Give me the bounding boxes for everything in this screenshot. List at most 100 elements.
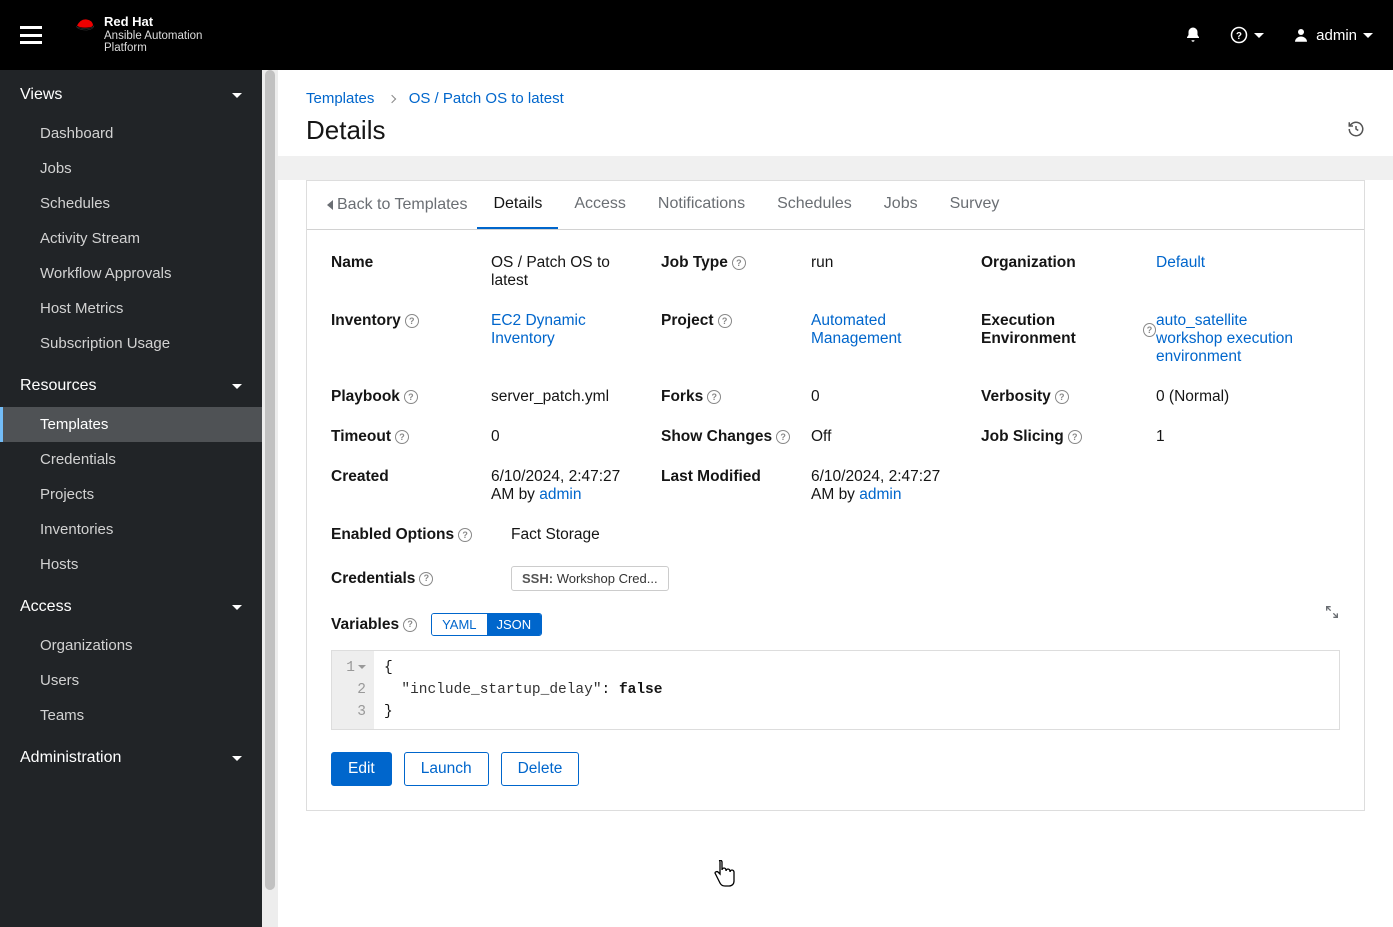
sidebar-item-schedules[interactable]: Schedules [0,186,262,221]
help-icon[interactable]: ? [458,528,472,542]
sidebar-item-inventories[interactable]: Inventories [0,512,262,547]
help-icon[interactable]: ? [395,430,409,444]
help-icon[interactable]: ? [718,314,732,328]
sidebar-section-views[interactable]: Views [0,70,262,116]
topbar: Red Hat Ansible Automation Platform ? ad… [0,0,1393,70]
brand-logo: Red Hat Ansible Automation Platform [74,15,202,55]
label-inventory: Inventory? [331,312,491,330]
value-show-changes: Off [811,428,981,446]
help-icon[interactable]: ? [776,430,790,444]
chevron-right-icon [387,95,395,103]
help-icon[interactable]: ? [1068,430,1082,444]
tab-details[interactable]: Details [477,181,558,229]
sidebar-item-workflow-approvals[interactable]: Workflow Approvals [0,256,262,291]
value-inventory[interactable]: EC2 Dynamic Inventory [491,312,661,348]
sidebar-item-users[interactable]: Users [0,663,262,698]
value-verbosity: 0 (Normal) [1156,388,1331,406]
sidebar-item-credentials[interactable]: Credentials [0,442,262,477]
credential-chip[interactable]: SSH: Workshop Cred... [511,566,669,591]
main-content: Templates OS / Patch OS to latest Detail… [278,70,1393,927]
toggle-yaml[interactable]: YAML [432,614,486,635]
editor-code[interactable]: { "include_startup_delay": false } [374,651,1339,729]
user-dropdown[interactable]: admin [1292,26,1373,44]
sidebar-item-host-metrics[interactable]: Host Metrics [0,291,262,326]
tab-survey[interactable]: Survey [934,181,1016,229]
breadcrumb: Templates OS / Patch OS to latest [306,90,1365,107]
label-job-type: Job Type? [661,254,811,272]
tab-jobs[interactable]: Jobs [868,181,934,229]
sidebar-item-templates[interactable]: Templates [0,407,262,442]
help-icon[interactable]: ? [403,618,417,632]
label-name: Name [331,254,491,272]
sidebar-item-dashboard[interactable]: Dashboard [0,116,262,151]
sidebar-item-jobs[interactable]: Jobs [0,151,262,186]
label-created: Created [331,468,491,486]
variables-format-toggle[interactable]: YAML JSON [431,613,542,636]
label-enabled-options: Enabled Options? [331,526,491,544]
variables-editor[interactable]: 1 2 3 { "include_startup_delay": false } [331,650,1340,730]
launch-button[interactable]: Launch [404,752,489,786]
redhat-icon [74,15,96,31]
chevron-down-icon [232,605,242,610]
sidebar-item-organizations[interactable]: Organizations [0,628,262,663]
help-icon[interactable]: ? [732,256,746,270]
help-icon[interactable]: ? [419,572,433,586]
breadcrumb-templates[interactable]: Templates [306,90,374,107]
tabs: Back to Templates Details Access Notific… [307,181,1364,230]
help-icon[interactable]: ? [1055,390,1069,404]
back-to-templates[interactable]: Back to Templates [327,182,477,228]
expand-icon[interactable] [1324,604,1340,624]
sidebar-item-subscription-usage[interactable]: Subscription Usage [0,326,262,361]
delete-button[interactable]: Delete [501,752,580,786]
help-icon[interactable]: ? [404,390,418,404]
svg-text:?: ? [1236,31,1242,42]
help-icon[interactable]: ? [405,314,419,328]
help-icon[interactable]: ? [1143,323,1156,337]
label-organization: Organization [981,254,1156,272]
label-verbosity: Verbosity? [981,388,1156,406]
label-show-changes: Show Changes? [661,428,811,446]
sidebar-section-resources[interactable]: Resources [0,361,262,407]
value-forks: 0 [811,388,981,406]
sidebar-item-projects[interactable]: Projects [0,477,262,512]
sidebar-section-administration[interactable]: Administration [0,733,262,779]
value-playbook: server_patch.yml [491,388,661,406]
edit-button[interactable]: Edit [331,752,392,786]
breadcrumb-current[interactable]: OS / Patch OS to latest [409,90,564,107]
value-project[interactable]: Automated Management [811,312,981,348]
tab-notifications[interactable]: Notifications [642,181,761,229]
chevron-down-icon [1254,33,1264,38]
sidebar-item-teams[interactable]: Teams [0,698,262,733]
editor-gutter: 1 2 3 [332,651,374,729]
action-buttons: Edit Launch Delete [331,752,1340,786]
tab-access[interactable]: Access [558,181,642,229]
help-icon[interactable]: ? [707,390,721,404]
value-exec-env[interactable]: auto_satellite workshop execution enviro… [1156,312,1331,366]
help-dropdown[interactable]: ? [1230,26,1264,44]
label-job-slicing: Job Slicing? [981,428,1156,446]
chevron-down-icon [232,384,242,389]
sidebar: Views Dashboard Jobs Schedules Activity … [0,70,262,927]
sidebar-item-activity-stream[interactable]: Activity Stream [0,221,262,256]
sidebar-scrollbar[interactable] [262,70,278,927]
created-user-link[interactable]: admin [539,486,581,503]
label-forks: Forks? [661,388,811,406]
history-icon[interactable] [1347,120,1365,142]
sidebar-item-hosts[interactable]: Hosts [0,547,262,582]
page-title: Details [306,115,385,146]
value-timeout: 0 [491,428,661,446]
tab-schedules[interactable]: Schedules [761,181,868,229]
details-card: Back to Templates Details Access Notific… [306,180,1365,811]
brand-product: Ansible Automation [104,30,202,43]
notifications-icon[interactable] [1184,26,1202,44]
toggle-json[interactable]: JSON [487,614,542,635]
hamburger-menu-icon[interactable] [20,26,44,44]
modified-user-link[interactable]: admin [859,486,901,503]
value-organization[interactable]: Default [1156,254,1331,272]
value-job-type: run [811,254,981,272]
chevron-down-icon [232,93,242,98]
sidebar-section-access[interactable]: Access [0,582,262,628]
label-project: Project? [661,312,811,330]
user-name: admin [1316,27,1357,44]
value-created: 6/10/2024, 2:47:27 AM by admin [491,468,661,504]
